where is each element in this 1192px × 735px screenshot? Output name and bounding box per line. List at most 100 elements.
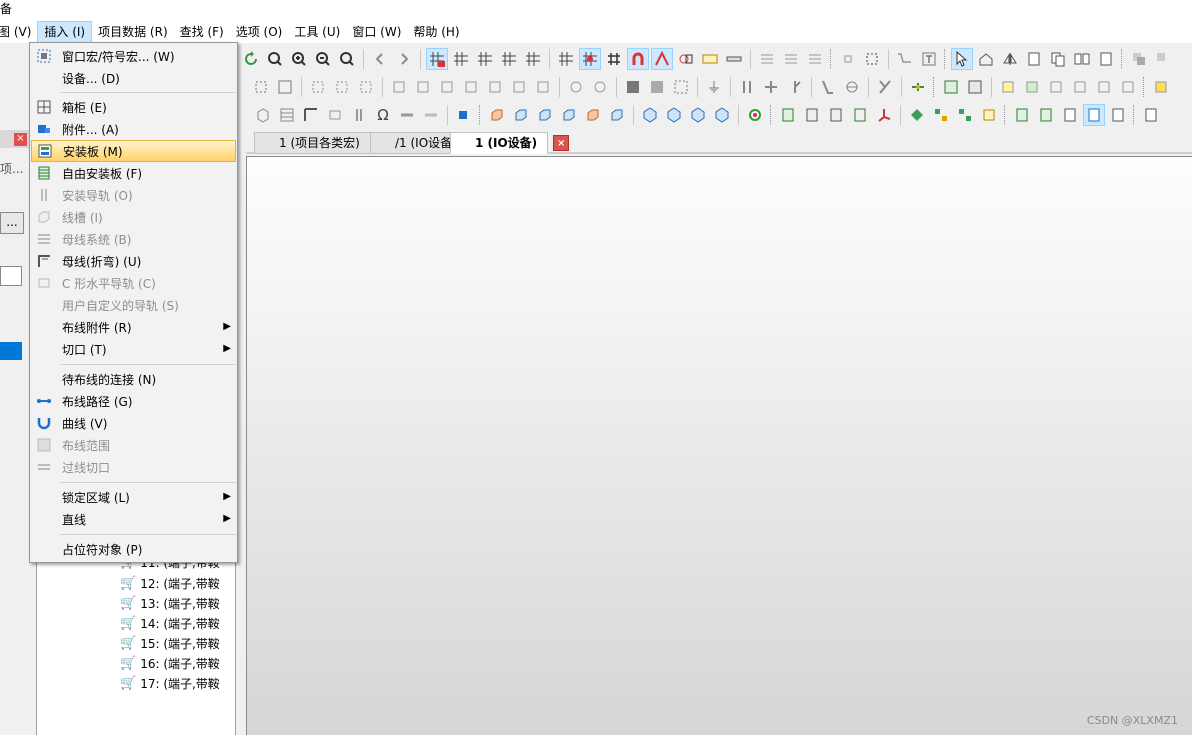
black-box-icon[interactable] (622, 76, 644, 98)
toolbar-grip[interactable] (1143, 76, 1146, 97)
accessory-tb-icon[interactable] (453, 104, 475, 126)
menu-tools[interactable]: 工具 (U) (288, 21, 346, 43)
export-page-icon[interactable] (1095, 48, 1117, 70)
menu-options[interactable]: 选项 (O) (230, 21, 289, 43)
cube-orange-2-icon[interactable] (582, 104, 604, 126)
menu-item-mounting-panel[interactable]: 安装板 (M) (31, 140, 236, 162)
cable-2-icon[interactable] (1021, 76, 1043, 98)
wire-2-icon[interactable] (420, 104, 442, 126)
omega-icon[interactable]: Ω (372, 104, 394, 126)
arrow-right-icon[interactable] (393, 48, 415, 70)
magnet-icon[interactable] (627, 47, 649, 70)
toolbar-grip[interactable] (830, 48, 833, 69)
device-list-icon[interactable] (274, 76, 296, 98)
cart-icon[interactable] (894, 48, 916, 70)
terminal-1-icon[interactable] (388, 76, 410, 98)
angle-icon[interactable] (817, 76, 839, 98)
filter-field[interactable] (0, 266, 22, 286)
zoom-out-icon[interactable] (312, 48, 334, 70)
tree-item[interactable]: 🛒 15: (端子,带鞍 (120, 633, 220, 653)
copy-page-icon[interactable] (1047, 48, 1069, 70)
cable-6-icon[interactable] (1117, 76, 1139, 98)
report-1-icon[interactable] (1011, 104, 1033, 126)
panel-2-icon[interactable] (801, 104, 823, 126)
select-frame-icon[interactable] (861, 48, 883, 70)
menu-find[interactable]: 查找 (F) (174, 21, 230, 43)
box-3d-icon[interactable] (252, 104, 274, 126)
marker-icon[interactable] (1150, 76, 1172, 98)
menu-item-cabinet[interactable]: 箱柜 (E) (31, 96, 236, 118)
toolbar-grip[interactable] (944, 48, 947, 69)
split-page-icon[interactable] (1071, 48, 1093, 70)
report-5-icon[interactable] (1107, 104, 1129, 126)
house-icon[interactable] (975, 48, 997, 70)
network-3-icon[interactable] (978, 104, 1000, 126)
cube-blue-4-icon[interactable] (606, 104, 628, 126)
refresh-icon[interactable] (240, 48, 262, 70)
zoom-100-icon[interactable] (336, 48, 358, 70)
toolbar-grip[interactable] (479, 104, 482, 125)
tab-macro-page[interactable]: 1 (项目各类宏) (254, 132, 371, 154)
menu-item-pending-connection[interactable]: 待布线的连接 (N) (31, 368, 236, 390)
cable-4-icon[interactable] (1069, 76, 1091, 98)
layers-2-icon[interactable] (1152, 48, 1174, 70)
panel-4-icon[interactable] (849, 104, 871, 126)
menu-item-cable-duct[interactable]: 线槽 (I) (31, 206, 236, 228)
diamond-green-icon[interactable] (906, 104, 928, 126)
scale-icon[interactable] (699, 48, 721, 70)
menu-item-lock-area[interactable]: 锁定区域 (L) ▶ (31, 486, 236, 508)
menu-help[interactable]: 帮助 (H) (407, 21, 465, 43)
grid-c-icon[interactable] (474, 48, 496, 70)
rail-tb-icon[interactable] (348, 104, 370, 126)
arrow-left-icon[interactable] (369, 48, 391, 70)
cross-icon[interactable] (760, 76, 782, 98)
terminal-3-icon[interactable] (436, 76, 458, 98)
drawing-canvas[interactable]: CSDN @XLXMZ1 (246, 156, 1192, 735)
menu-item-rail[interactable]: 安装导轨 (O) (31, 184, 236, 206)
cube-blue-2-icon[interactable] (534, 104, 556, 126)
mirror-icon[interactable] (999, 48, 1021, 70)
menu-item-c-rail[interactable]: C 形水平导轨 (C) (31, 272, 236, 294)
panel-green-icon[interactable] (777, 104, 799, 126)
menu-item-routing-path[interactable]: 布线路径 (G) (31, 390, 236, 412)
plc-2-icon[interactable] (964, 76, 986, 98)
menu-item-wiring-accessory[interactable]: 布线附件 (R) ▶ (31, 316, 236, 338)
ground-icon[interactable] (703, 76, 725, 98)
hash-icon[interactable] (603, 48, 625, 70)
grid-icon[interactable] (555, 48, 577, 70)
connector-icon[interactable] (837, 48, 859, 70)
plc-1-icon[interactable] (940, 76, 962, 98)
axis-icon[interactable] (873, 104, 895, 126)
selected-row[interactable] (0, 342, 22, 360)
panel-3-icon[interactable] (825, 104, 847, 126)
split-icon[interactable] (874, 76, 896, 98)
tab-io-device-active[interactable]: 1 (IO设备) × (450, 132, 570, 154)
page-icon[interactable] (1023, 48, 1045, 70)
cube-blue-1-icon[interactable] (510, 104, 532, 126)
tree-item[interactable]: 🛒 16: (端子,带鞍 (120, 653, 220, 673)
toolbar-grip[interactable] (770, 104, 773, 125)
menu-item-cutout[interactable]: 切口 (T) ▶ (31, 338, 236, 360)
hex-1-icon[interactable] (639, 104, 661, 126)
report-6-icon[interactable] (1140, 104, 1162, 126)
cube-orange-1-icon[interactable] (486, 104, 508, 126)
hex-4-icon[interactable] (711, 104, 733, 126)
cable-5-icon[interactable] (1093, 76, 1115, 98)
text-align-icon[interactable] (756, 48, 778, 70)
menu-item-cable-cutout[interactable]: 过线切口 (31, 456, 236, 478)
busbar-bent-tb-icon[interactable] (300, 104, 322, 126)
text-format-icon[interactable] (804, 48, 826, 70)
menu-item-macro[interactable]: 窗口宏/符号宏... (W) (31, 45, 236, 67)
grid-e-icon[interactable] (522, 48, 544, 70)
grid-d-icon[interactable] (498, 48, 520, 70)
component-2-icon[interactable] (331, 76, 353, 98)
pointer-icon[interactable] (951, 47, 973, 70)
menu-insert[interactable]: 插入 (I) (37, 20, 93, 43)
report-3-icon[interactable] (1059, 104, 1081, 126)
close-icon[interactable]: × (553, 135, 570, 151)
report-2-icon[interactable] (1035, 104, 1057, 126)
component-3-icon[interactable] (355, 76, 377, 98)
zoom-window-icon[interactable] (264, 48, 286, 70)
menu-item-busbar-system[interactable]: 母线系统 (B) (31, 228, 236, 250)
text-insert-icon[interactable] (918, 48, 940, 70)
